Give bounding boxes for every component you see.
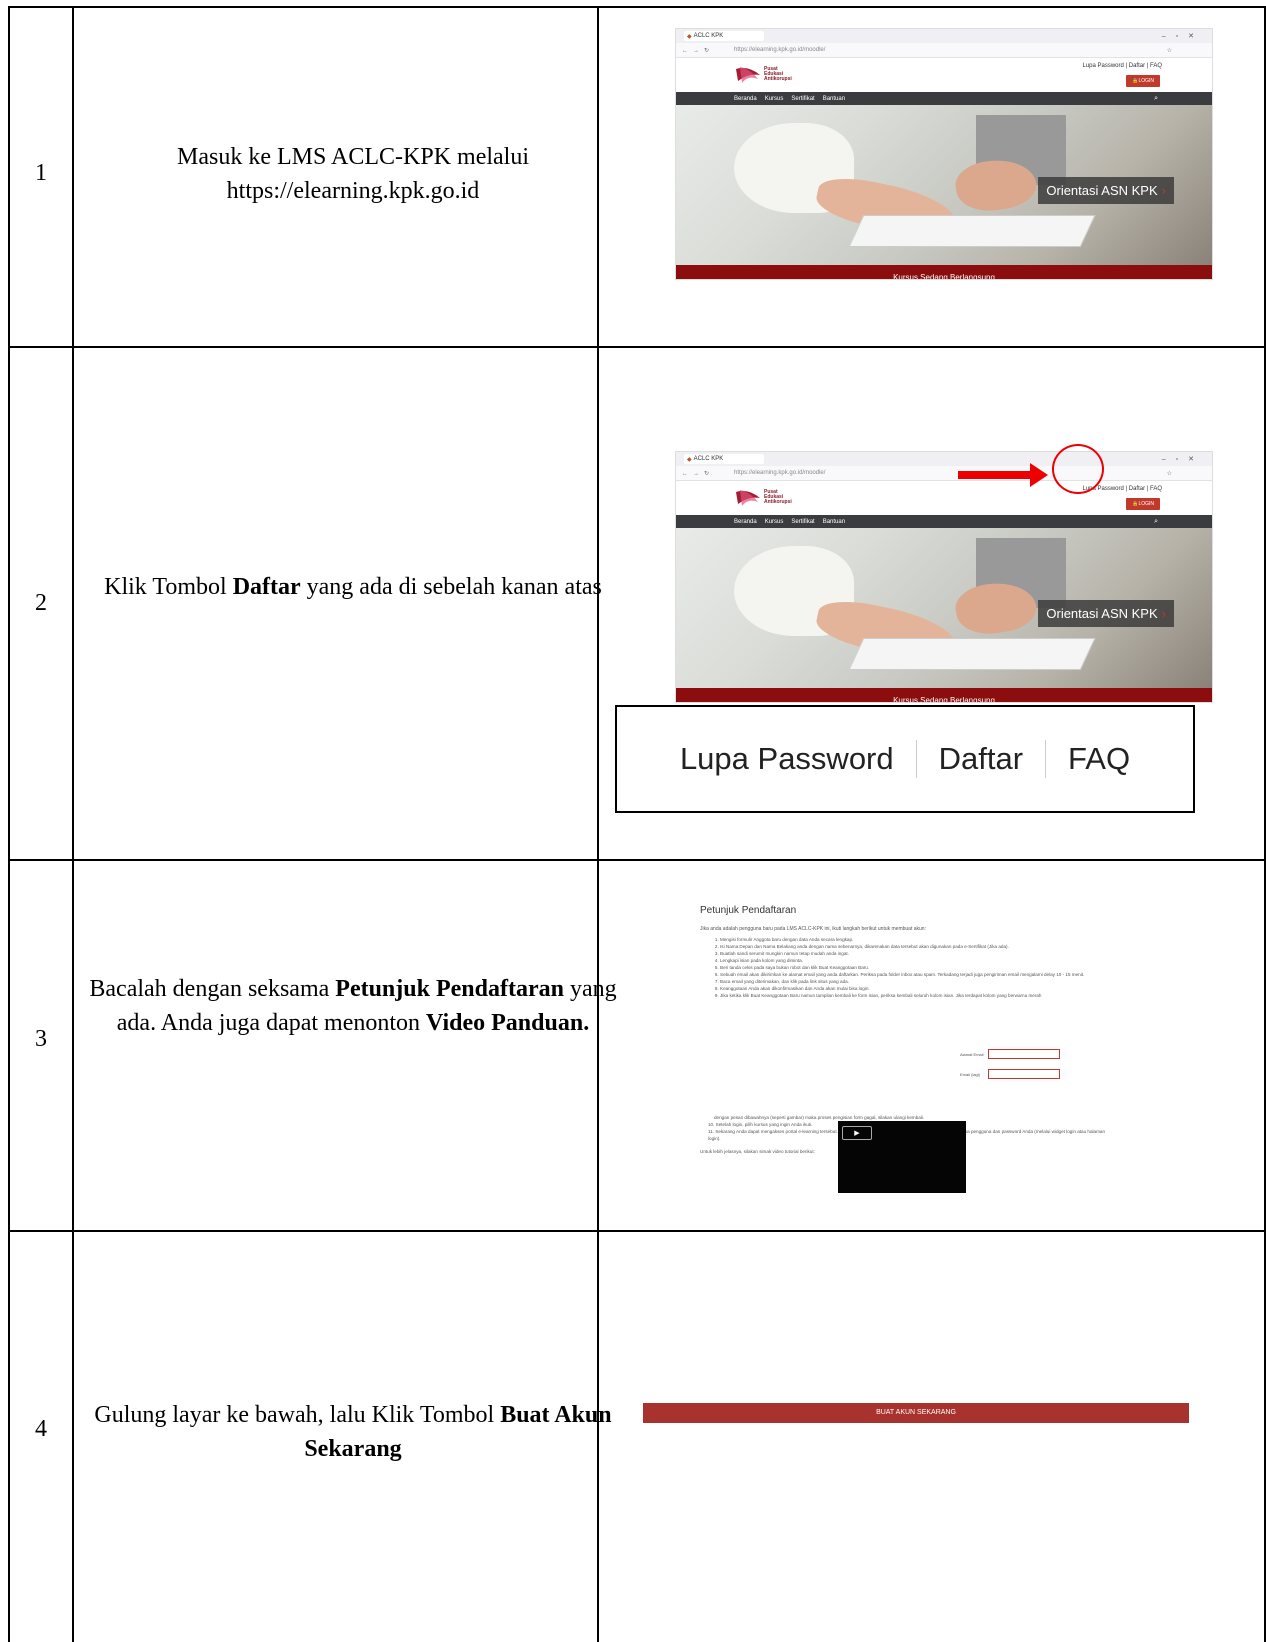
hero-banner: Orientasi ASN KPK › bbox=[676, 105, 1212, 265]
site-navbar: Beranda Kursus Sertifikat Bantuan ⌕ bbox=[676, 515, 1212, 528]
instructions-intro: Jika anda adalah pengguna baru pada LMS … bbox=[700, 926, 926, 932]
table-border-col1 bbox=[72, 6, 74, 1642]
registration-instructions: Petunjuk Pendaftaran Jika anda adalah pe… bbox=[700, 905, 1110, 999]
red-arrowhead-icon bbox=[1030, 463, 1048, 487]
row-number: 3 bbox=[35, 1026, 47, 1052]
hero-label: Orientasi ASN KPK › bbox=[1038, 600, 1174, 627]
email-field bbox=[988, 1049, 1060, 1059]
zoomed-top-links: Lupa Password Daftar FAQ bbox=[615, 705, 1195, 813]
hero-label: Orientasi ASN KPK › bbox=[1038, 177, 1174, 204]
kpk-logo-icon bbox=[736, 490, 760, 506]
table-border-left bbox=[8, 6, 10, 1642]
create-account-button[interactable]: BUAT AKUN SEKARANG bbox=[643, 1403, 1189, 1423]
favicon-icon: ◆ bbox=[687, 33, 692, 40]
bookmark-star-icon: ☆ bbox=[1166, 47, 1172, 54]
logo-text: Pusat Edukasi Antikorupsi bbox=[764, 489, 792, 505]
browser-url-bar: ←→↻ https://elearning.kpk.go.id/moodle/ … bbox=[676, 43, 1212, 58]
browser-url-bar: ←→↻ https://elearning.kpk.go.id/moodle/ … bbox=[676, 466, 1212, 481]
logo-text: Pusat Edukasi Antikorupsi bbox=[764, 66, 792, 82]
browser-screenshot: ◆ ACLC KPK –▫✕ ←→↻ https://elearning.kpk.… bbox=[675, 28, 1213, 280]
browser-tab-bar: ◆ ACLC KPK –▫✕ bbox=[676, 452, 1212, 466]
site-header: Pusat Edukasi Antikorupsi Lupa Password | … bbox=[676, 58, 1212, 92]
row-number: 2 bbox=[35, 590, 47, 616]
faq-link[interactable]: FAQ bbox=[1068, 741, 1130, 777]
kpk-logo-icon bbox=[736, 67, 760, 83]
window-controls-icon: –▫✕ bbox=[1161, 33, 1204, 40]
nav-arrows-icon: ←→↻ bbox=[682, 47, 715, 54]
top-links: Lupa Password | Daftar | FAQ bbox=[1082, 63, 1163, 69]
row-description: Gulung layar ke bawah, lalu Klik Tombol … bbox=[94, 1402, 612, 1462]
table-border-col2 bbox=[597, 6, 599, 1642]
browser-tab: ◆ ACLC KPK bbox=[684, 454, 764, 464]
tab-title: ACLC KPK bbox=[693, 33, 724, 39]
table-border-top bbox=[8, 6, 1266, 8]
ongoing-courses-bar: Kursus Sedang Berlangsung bbox=[676, 265, 1212, 279]
play-button[interactable]: ▶ bbox=[842, 1126, 872, 1140]
bookmark-star-icon: ☆ bbox=[1166, 470, 1172, 477]
step-text: Masuk ke LMS ACLC-KPK melalui https://el… bbox=[177, 144, 529, 204]
hero-banner: Orientasi ASN KPK › bbox=[676, 528, 1212, 688]
daftar-link[interactable]: Daftar bbox=[939, 741, 1023, 777]
red-arrow-icon bbox=[958, 471, 1034, 479]
url-text: https://elearning.kpk.go.id/moodle/ bbox=[734, 47, 826, 53]
browser-tab: ◆ ACLC KPK bbox=[684, 31, 764, 41]
nav-arrows-icon: ←→↻ bbox=[682, 470, 715, 477]
browser-tab-bar: ◆ ACLC KPK –▫✕ bbox=[676, 29, 1212, 43]
window-controls-icon: –▫✕ bbox=[1161, 456, 1204, 463]
lupa-password-link[interactable]: Lupa Password bbox=[680, 741, 894, 777]
row-description: Bacalah dengan seksama Petunjuk Pendafta… bbox=[89, 976, 617, 1036]
favicon-icon: ◆ bbox=[687, 456, 692, 463]
site-header: Pusat Edukasi Antikorupsi Lupa Password | … bbox=[676, 481, 1212, 515]
search-icon: ⌕ bbox=[1154, 517, 1158, 525]
row-divider-1 bbox=[8, 346, 1266, 348]
row-divider-2 bbox=[8, 859, 1266, 861]
row-number: 1 bbox=[35, 160, 47, 186]
browser-screenshot: ◆ ACLC KPK –▫✕ ←→↻ https://elearning.kpk.… bbox=[675, 451, 1213, 703]
ongoing-courses-bar: Kursus Sedang Berlangsung bbox=[676, 688, 1212, 702]
instructions-title: Petunjuk Pendaftaran bbox=[700, 905, 797, 916]
row-description: Masuk ke LMS ACLC-KPK melalui https://el… bbox=[78, 140, 628, 208]
email-again-field bbox=[988, 1069, 1060, 1079]
login-button: 🔒LOGIN bbox=[1126, 498, 1160, 510]
row-number: 4 bbox=[35, 1416, 47, 1442]
login-button: 🔒LOGIN bbox=[1126, 75, 1160, 87]
row-divider-3 bbox=[8, 1230, 1266, 1232]
instructions-steps: Mengisi formulir Anggota baru dengan dat… bbox=[700, 936, 1110, 999]
highlight-circle bbox=[1052, 444, 1104, 494]
site-navbar: Beranda Kursus Sertifikat Bantuan ⌕ bbox=[676, 92, 1212, 105]
form-example: Alamat Email Email (lagi) bbox=[960, 1049, 1072, 1109]
search-icon: ⌕ bbox=[1154, 94, 1158, 102]
row-description: Klik Tombol Daftar yang ada di sebelah k… bbox=[104, 574, 602, 600]
